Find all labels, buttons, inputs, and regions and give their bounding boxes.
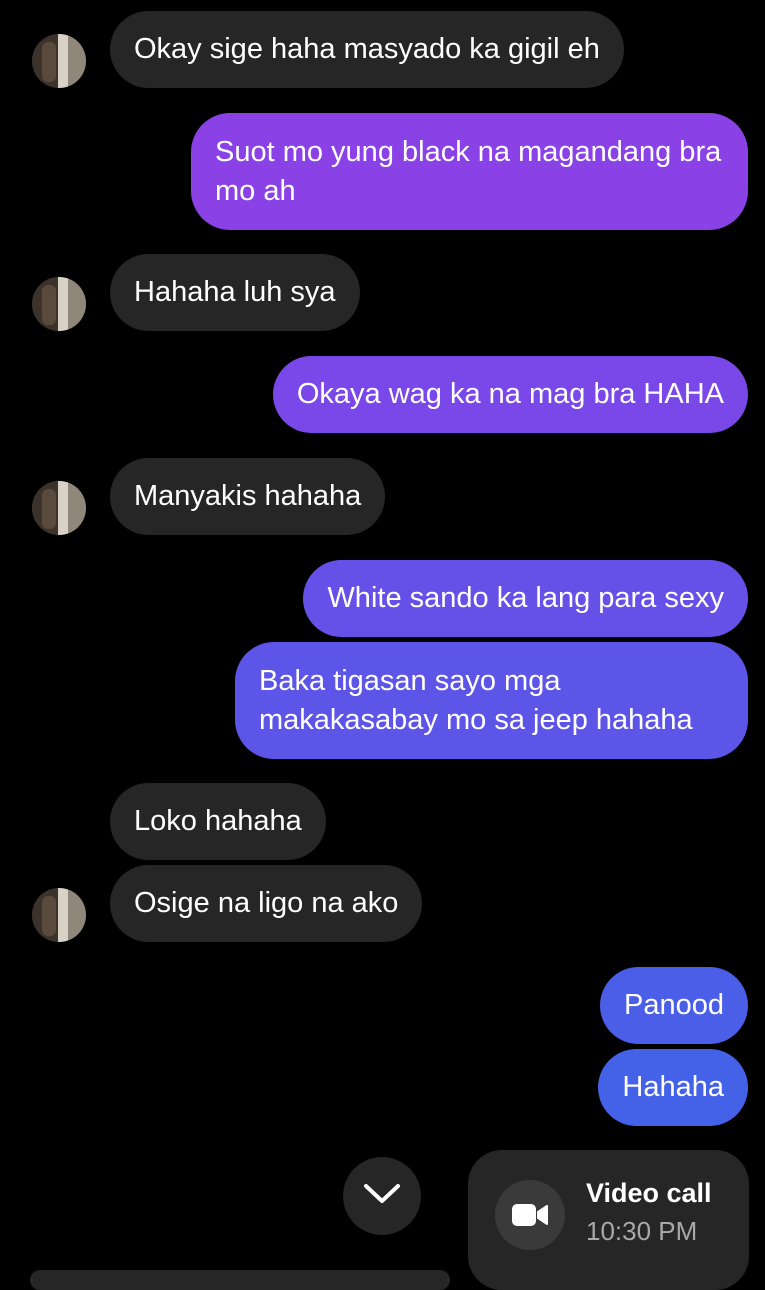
contact-avatar[interactable] (32, 481, 86, 535)
message-bubble[interactable]: Panood (600, 967, 748, 1044)
message-bubble[interactable]: Okay sige haha masyado ka gigil eh (110, 11, 624, 88)
composer-bar[interactable] (30, 1270, 450, 1290)
message-bubble[interactable]: Suot mo yung black na magandang bra mo a… (191, 113, 748, 230)
contact-avatar[interactable] (32, 34, 86, 88)
scroll-to-bottom-button[interactable] (343, 1157, 421, 1235)
message-bubble[interactable]: Hahaha luh sya (110, 254, 360, 331)
contact-avatar[interactable] (32, 888, 86, 942)
message-bubble[interactable]: Osige na ligo na ako (110, 865, 423, 942)
video-camera-icon (495, 1180, 565, 1250)
video-call-title: Video call (586, 1178, 712, 1208)
contact-avatar[interactable] (32, 277, 86, 331)
message-bubble[interactable]: Baka tigasan sayo mga makakasabay mo sa … (235, 642, 748, 759)
video-call-card[interactable]: Video call 10:30 PM (468, 1150, 749, 1290)
message-bubble[interactable]: Manyakis hahaha (110, 458, 386, 535)
message-bubble[interactable]: Loko hahaha (110, 783, 326, 860)
message-bubble[interactable]: White sando ka lang para sexy (303, 560, 748, 637)
video-call-time: 10:30 PM (586, 1216, 698, 1246)
message-bubble[interactable]: Okaya wag ka na mag bra HAHA (272, 356, 748, 433)
chevron-down-icon (363, 1183, 401, 1210)
message-bubble[interactable]: Hahaha (598, 1049, 748, 1126)
